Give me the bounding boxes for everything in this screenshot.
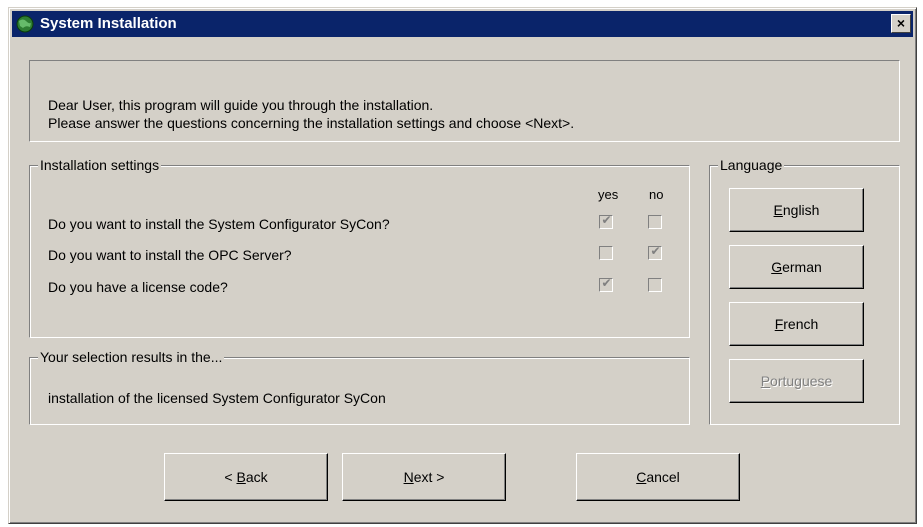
sycon-yes-checkbox[interactable]: ✔ <box>599 213 613 229</box>
portuguese-button[interactable]: Portuguese <box>729 359 864 403</box>
license-yes-checkbox[interactable]: ✔ <box>599 276 613 292</box>
german-mnemonic: G <box>771 259 783 275</box>
question-license: Do you have a license code? <box>48 279 228 295</box>
cancel-button[interactable]: Cancel <box>576 453 740 501</box>
opc-yes-checkbox[interactable] <box>599 246 613 260</box>
english-button[interactable]: English <box>729 188 864 232</box>
sycon-no-checkbox[interactable] <box>648 215 662 229</box>
license-no-checkbox[interactable] <box>648 278 662 292</box>
opc-no-checkbox[interactable]: ✔ <box>648 244 662 260</box>
english-mnemonic: E <box>773 202 783 218</box>
cancel-label: ancel <box>646 469 680 485</box>
selection-results-label: Your selection results in the... <box>38 349 225 365</box>
cancel-mnemonic: C <box>636 469 647 485</box>
installation-settings-label: Installation settings <box>38 157 162 173</box>
question-sycon: Do you want to install the System Config… <box>48 216 390 232</box>
close-button[interactable]: × <box>891 14 911 33</box>
french-mnemonic: F <box>774 316 784 332</box>
window-title: System Installation <box>40 15 177 32</box>
back-arrow-label: < <box>224 469 237 485</box>
intro-line-1: Dear User, this program will guide you t… <box>48 97 434 113</box>
check-icon: ✔ <box>601 276 612 290</box>
no-column-header: no <box>649 187 664 202</box>
english-label: nglish <box>782 202 820 218</box>
french-button[interactable]: French <box>729 302 864 346</box>
portuguese-mnemonic: P <box>760 373 771 389</box>
language-group: Language English German French Portugues… <box>709 157 900 425</box>
french-label: rench <box>783 316 819 332</box>
check-icon: ✔ <box>601 213 612 227</box>
back-mnemonic: B <box>236 469 246 485</box>
next-button[interactable]: Next > <box>342 453 506 501</box>
check-icon: ✔ <box>650 244 661 258</box>
back-label: ack <box>245 469 268 485</box>
installation-window: System Installation × Dear User, this pr… <box>8 7 917 524</box>
back-button[interactable]: < Back <box>164 453 328 501</box>
close-icon: × <box>896 15 906 31</box>
globe-icon <box>16 15 34 33</box>
question-opc: Do you want to install the OPC Server? <box>48 247 292 263</box>
next-mnemonic: N <box>403 469 414 485</box>
intro-line-2: Please answer the questions concerning t… <box>48 115 575 131</box>
language-label: Language <box>718 157 785 173</box>
german-button[interactable]: German <box>729 245 864 289</box>
yes-column-header: yes <box>598 187 619 202</box>
selection-results-group: Your selection results in the... install… <box>29 349 690 425</box>
selection-result-text: installation of the licensed System Conf… <box>48 390 386 406</box>
intro-panel: Dear User, this program will guide you t… <box>29 60 900 142</box>
portuguese-label: ortuguese <box>770 373 833 389</box>
title-bar[interactable]: System Installation × <box>12 11 913 37</box>
german-label: erman <box>782 259 822 275</box>
next-label: ext > <box>413 469 445 485</box>
installation-settings-group: Installation settings yes no Do you want… <box>29 157 690 338</box>
